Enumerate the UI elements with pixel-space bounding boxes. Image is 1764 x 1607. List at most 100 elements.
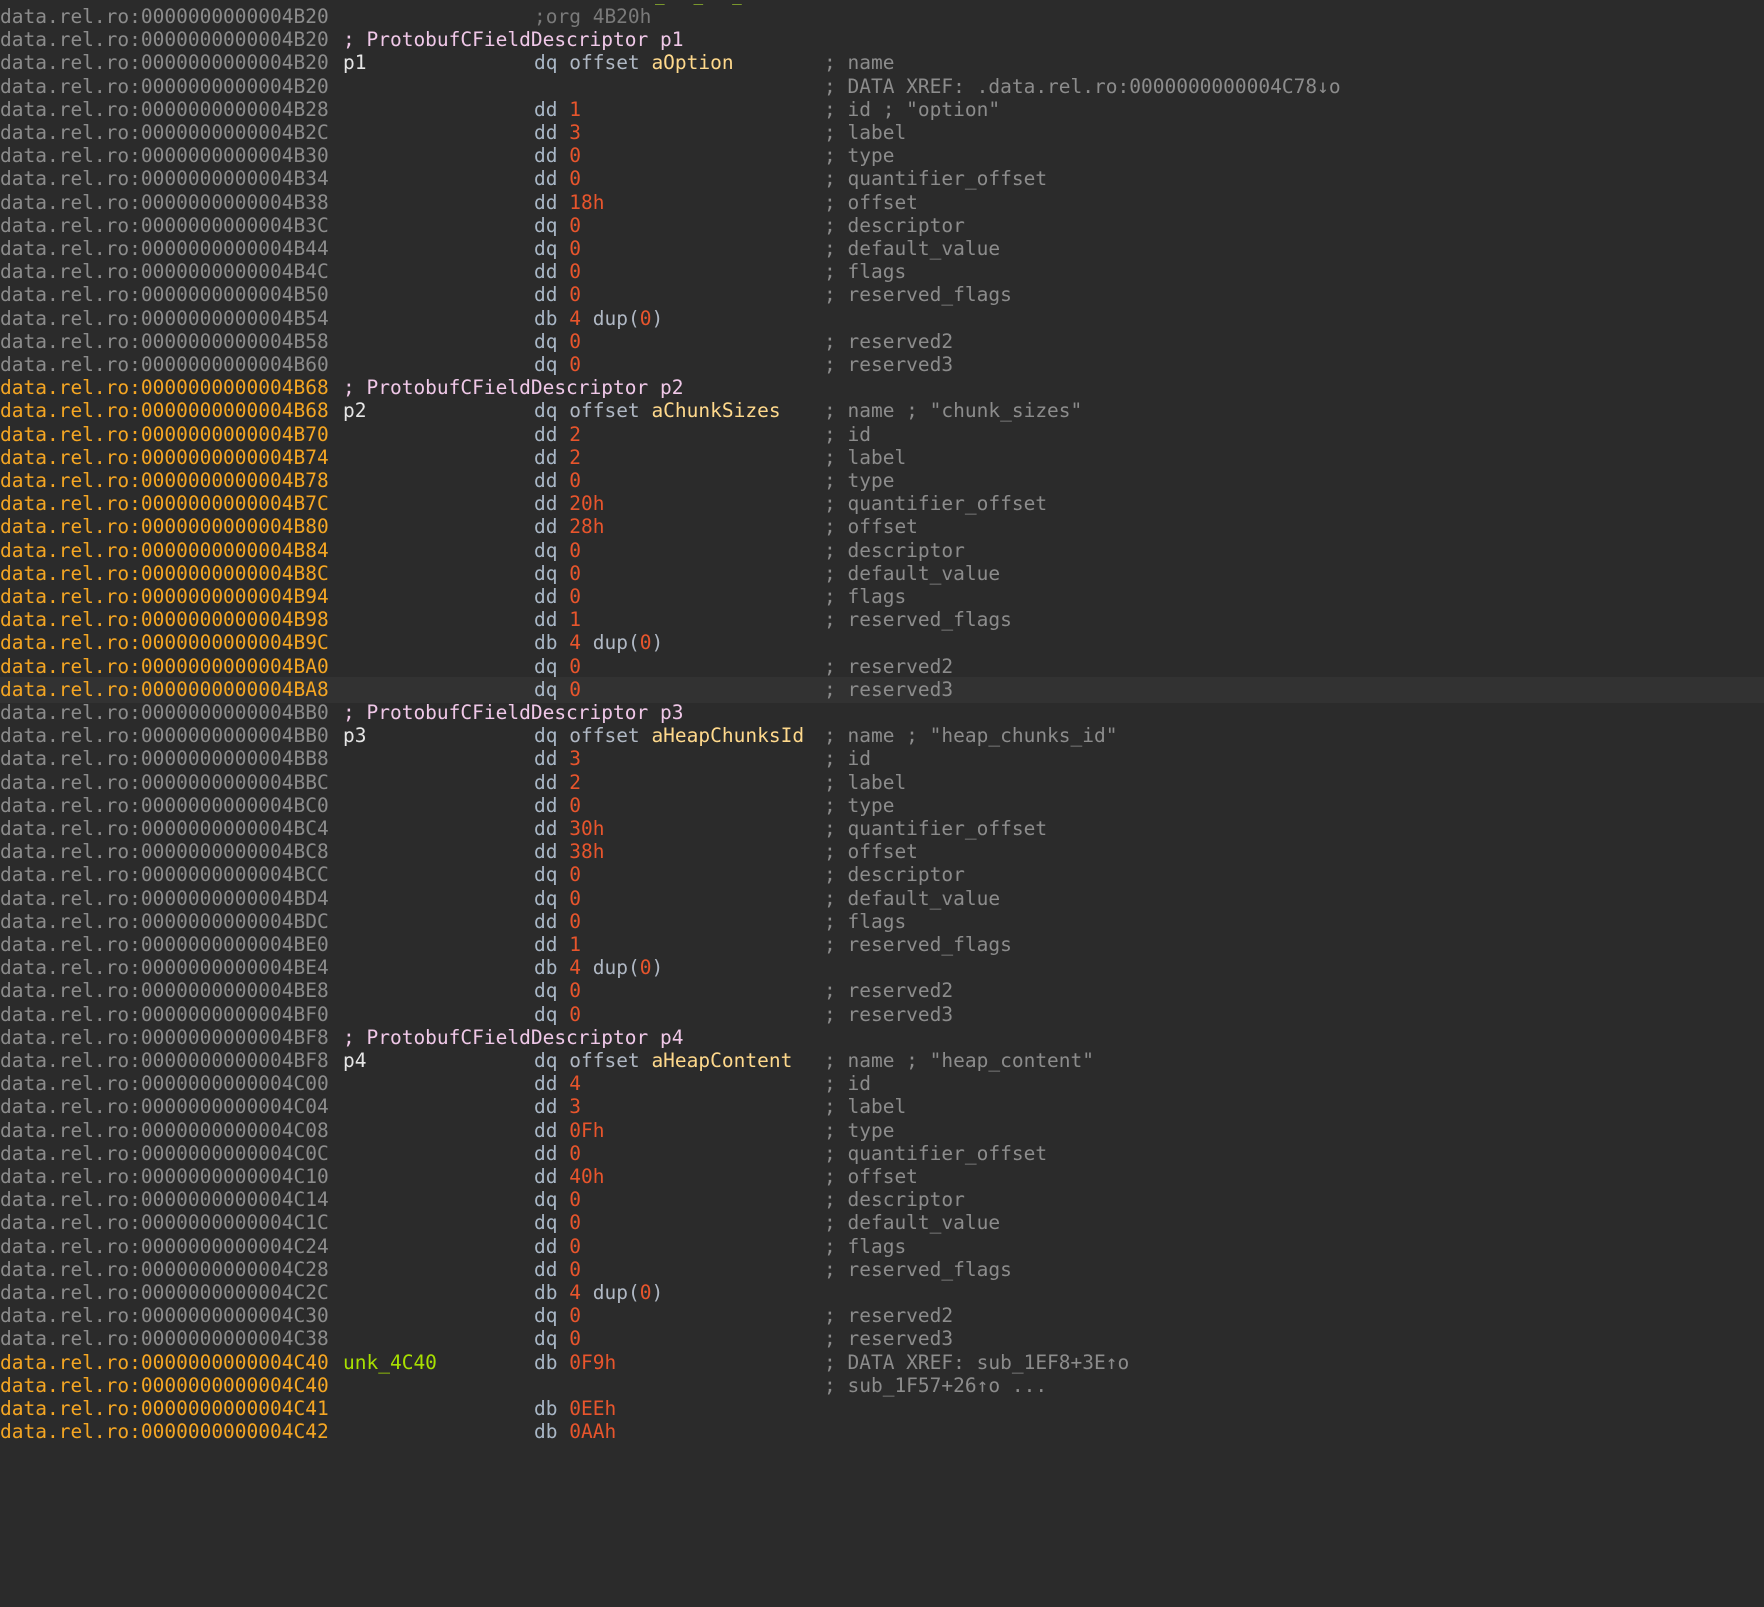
listing-line[interactable]: data.rel.ro:0000000000004B94 dd 0 ; flags — [0, 584, 1764, 610]
line-comment: ; name ; "heap_content" — [824, 1049, 1095, 1072]
listing-line[interactable]: data.rel.ro:0000000000004BC0 dd 0 ; type — [0, 793, 1764, 819]
listing-line[interactable]: data.rel.ro:0000000000004B38 dd 18h ; offs… — [0, 190, 1764, 216]
dup-value: 0 — [639, 631, 652, 655]
line-comment: ; default_value — [824, 1211, 1001, 1235]
listing-line[interactable]: data.rel.ro:0000000000004B20 ; ProtobufCF… — [0, 27, 1764, 53]
listing-line[interactable]: data.rel.ro:0000000000004B20 p1 dq offset … — [0, 50, 1764, 76]
listing-line[interactable]: data.rel.ro:0000000000004B68 p2 dq offset … — [0, 398, 1764, 424]
listing-line[interactable]: data.rel.ro:0000000000004C14 dq 0 ; descri… — [0, 1187, 1764, 1213]
listing-line[interactable]: data.rel.ro:0000000000004BE0 dd 1 ; reserv… — [0, 932, 1764, 958]
instruction: dd 0 — [534, 793, 581, 819]
listing-line[interactable]: data.rel.ro:0000000000004C28 dd 0 ; reserv… — [0, 1257, 1764, 1283]
listing-line[interactable]: data.rel.ro:0000000000004B34 dd 0 ; quanti… — [0, 166, 1764, 192]
listing-line[interactable]: data.rel.ro:0000000000004C1C dq 0 ; defaul… — [0, 1210, 1764, 1236]
line-comment: ; quantifier_offset — [824, 817, 1048, 840]
listing-line[interactable]: data.rel.ro:0000000000004B78 dd 0 ; type — [0, 468, 1764, 494]
operand-number: 30h — [569, 817, 605, 840]
operand-symbol[interactable]: aOption — [651, 51, 733, 74]
disassembly-listing[interactable]: _ _ _ data.rel.ro:0000000000004B20 ;org 4… — [0, 0, 1764, 1607]
line-comment: ; descriptor — [824, 1188, 965, 1212]
listing-line[interactable]: data.rel.ro:0000000000004B54 db 4 dup(0) — [0, 306, 1764, 332]
listing-line[interactable]: data.rel.ro:0000000000004BF0 dq 0 ; reserv… — [0, 1002, 1764, 1028]
operand-number: 4 — [569, 306, 581, 330]
listing-line[interactable]: data.rel.ro:0000000000004B4C dd 0 ; flags — [0, 259, 1764, 285]
listing-line[interactable]: data.rel.ro:0000000000004B50 dd 0 ; reserv… — [0, 282, 1764, 308]
symbol-label[interactable]: p1 — [343, 50, 366, 76]
listing-line[interactable]: data.rel.ro:0000000000004B60 dq 0 ; reserv… — [0, 352, 1764, 378]
listing-line[interactable]: data.rel.ro:0000000000004B7C dd 20h ; quan… — [0, 491, 1764, 517]
listing-line[interactable]: data.rel.ro:0000000000004C40 ; sub_1F57+2… — [0, 1373, 1764, 1399]
listing-line[interactable]: data.rel.ro:0000000000004B58 dq 0 ; reserv… — [0, 329, 1764, 355]
operand-number: 0 — [569, 863, 581, 887]
instruction: db 4 dup(0) — [534, 955, 663, 981]
listing-line[interactable]: data.rel.ro:0000000000004BA8 dq 0 ; reserv… — [0, 676, 1764, 703]
listing-line[interactable]: data.rel.ro:0000000000004C38 dq 0 ; reserv… — [0, 1326, 1764, 1352]
listing-line[interactable]: data.rel.ro:0000000000004BE4 db 4 dup(0) — [0, 955, 1764, 981]
listing-line[interactable]: data.rel.ro:0000000000004B3C dq 0 ; descri… — [0, 213, 1764, 239]
listing-line[interactable]: data.rel.ro:0000000000004B44 dq 0 ; defaul… — [0, 236, 1764, 262]
operand-symbol[interactable]: aChunkSizes — [651, 399, 780, 422]
listing-line[interactable]: data.rel.ro:0000000000004B20 ; DATA XREF:… — [0, 74, 1764, 100]
listing-line[interactable]: data.rel.ro:0000000000004BB8 dd 3 ; id — [0, 746, 1764, 772]
listing-line[interactable]: data.rel.ro:0000000000004B28 dd 1 ; id ; "… — [0, 97, 1764, 123]
listing-line[interactable]: data.rel.ro:0000000000004C08 dd 0Fh ; type — [0, 1118, 1764, 1144]
instruction: dq offset aOption — [534, 50, 734, 76]
listing-line[interactable]: data.rel.ro:0000000000004BF8 ; ProtobufCF… — [0, 1025, 1764, 1051]
listing-line[interactable]: data.rel.ro:0000000000004BB0 ; ProtobufCF… — [0, 700, 1764, 726]
listing-line[interactable]: data.rel.ro:0000000000004B70 dd 2 ; id — [0, 422, 1764, 448]
listing-line[interactable]: data.rel.ro:0000000000004B2C dd 3 ; label — [0, 120, 1764, 146]
listing-line[interactable]: data.rel.ro:0000000000004B30 dd 0 ; type — [0, 143, 1764, 169]
listing-line[interactable]: data.rel.ro:0000000000004BBC dd 2 ; label — [0, 770, 1764, 796]
listing-line[interactable]: data.rel.ro:0000000000004B8C dq 0 ; defaul… — [0, 561, 1764, 587]
line-address: data.rel.ro:0000000000004B20 — [0, 5, 329, 28]
listing-line[interactable]: data.rel.ro:0000000000004B20 ;org 4B20h — [0, 4, 1764, 30]
listing-line[interactable]: data.rel.ro:0000000000004B68 ; ProtobufCF… — [0, 375, 1764, 401]
listing-line[interactable]: data.rel.ro:0000000000004C04 dd 3 ; label — [0, 1094, 1764, 1120]
listing-line[interactable]: data.rel.ro:0000000000004B98 dd 1 ; reserv… — [0, 607, 1764, 633]
operand-number: 20h — [569, 492, 605, 516]
symbol-label[interactable]: p3 — [343, 723, 366, 749]
instruction: db 0F9h — [534, 1350, 616, 1376]
listing-line[interactable]: data.rel.ro:0000000000004B9C db 4 dup(0) — [0, 630, 1764, 656]
listing-line[interactable]: data.rel.ro:0000000000004C10 dd 40h ; offs… — [0, 1164, 1764, 1190]
dup-operator: dup( — [592, 1281, 640, 1304]
listing-line[interactable]: data.rel.ro:0000000000004BA0 dq 0 ; reserv… — [0, 654, 1764, 680]
listing-line[interactable]: data.rel.ro:0000000000004B74 dd 2 ; label — [0, 445, 1764, 471]
listing-line[interactable]: data.rel.ro:0000000000004BE8 dq 0 ; reserv… — [0, 978, 1764, 1004]
operand-number: 0 — [569, 979, 581, 1003]
line-address: data.rel.ro:0000000000004BE8 — [0, 979, 329, 1003]
listing-line[interactable]: data.rel.ro:0000000000004C00 dd 4 ; id — [0, 1071, 1764, 1097]
listing-line[interactable]: data.rel.ro:0000000000004C24 dd 0 ; flags — [0, 1234, 1764, 1260]
listing-line[interactable]: data.rel.ro:0000000000004B84 dq 0 ; descri… — [0, 538, 1764, 564]
listing-line[interactable]: data.rel.ro:0000000000004C30 dq 0 ; reserv… — [0, 1303, 1764, 1329]
line-address: data.rel.ro:0000000000004BF8 — [0, 1049, 329, 1072]
line-address: data.rel.ro:0000000000004BCC — [0, 863, 329, 887]
listing-line[interactable]: data.rel.ro:0000000000004C2C db 4 dup(0) — [0, 1280, 1764, 1306]
listing-line[interactable]: data.rel.ro:0000000000004B80 dd 28h ; offs… — [0, 514, 1764, 540]
listing-line[interactable]: data.rel.ro:0000000000004BC4 dd 30h ; quan… — [0, 816, 1764, 842]
instruction: dd 3 — [534, 746, 581, 772]
listing-line[interactable]: data.rel.ro:0000000000004C41 db 0EEh — [0, 1396, 1764, 1422]
symbol-label[interactable]: p2 — [343, 398, 366, 424]
operand-number: 0 — [569, 260, 581, 284]
line-comment: ; flags — [824, 585, 907, 608]
mnemonic: dd — [534, 585, 558, 608]
operand-symbol[interactable]: aHeapChunksId — [651, 724, 804, 747]
line-address: data.rel.ro:0000000000004B2C — [0, 121, 329, 144]
listing-line[interactable]: data.rel.ro:0000000000004BB0 p3 dq offset … — [0, 723, 1764, 749]
operand-number: 4 — [569, 1072, 581, 1096]
symbol-label[interactable]: p4 — [343, 1048, 366, 1074]
operand-symbol[interactable]: aHeapContent — [651, 1049, 792, 1072]
line-address: data.rel.ro:0000000000004C00 — [0, 1072, 329, 1096]
listing-line[interactable]: data.rel.ro:0000000000004C0C dd 0 ; quanti… — [0, 1141, 1764, 1167]
instruction: dq offset aChunkSizes — [534, 398, 781, 424]
listing-line[interactable]: data.rel.ro:0000000000004BF8 p4 dq offset … — [0, 1048, 1764, 1074]
listing-line[interactable]: data.rel.ro:0000000000004C40 unk_4C40 db 0… — [0, 1350, 1764, 1376]
org-directive: ;org 4B20h — [534, 5, 652, 28]
listing-line[interactable]: data.rel.ro:0000000000004BCC dq 0 ; descri… — [0, 862, 1764, 888]
listing-line[interactable]: data.rel.ro:0000000000004BD4 dq 0 ; defaul… — [0, 886, 1764, 912]
data-label[interactable]: unk_4C40 — [343, 1350, 437, 1376]
listing-line[interactable]: data.rel.ro:0000000000004BC8 dd 38h ; offs… — [0, 839, 1764, 865]
listing-line[interactable]: data.rel.ro:0000000000004BDC dd 0 ; flags — [0, 909, 1764, 935]
listing-line[interactable]: data.rel.ro:0000000000004C42 db 0AAh — [0, 1419, 1764, 1445]
